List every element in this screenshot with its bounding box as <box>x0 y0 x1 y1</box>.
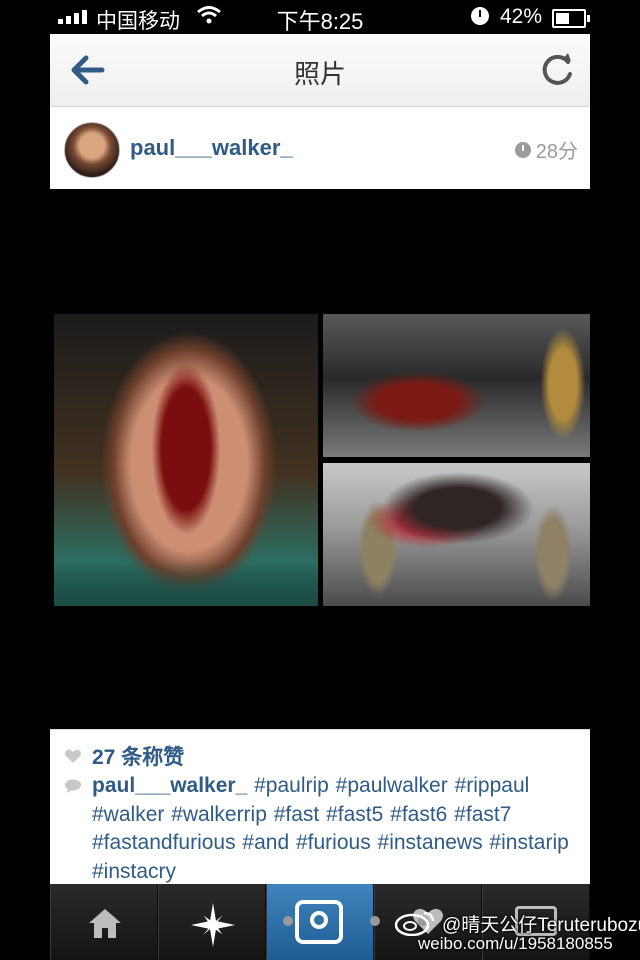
post-photo[interactable] <box>50 189 590 729</box>
battery-percent: 42% <box>500 5 543 28</box>
heart-icon <box>65 749 81 763</box>
camera-icon <box>295 900 343 944</box>
post-details: 27 条称赞 paul___walker_ #paulrip #paulwalk… <box>50 729 590 885</box>
battery-level <box>556 13 569 24</box>
post-time-text: 28分 <box>535 141 578 163</box>
collage-photo-face <box>54 314 318 606</box>
caption-text: paul___walker_ #paulrip #paulwalker #rip… <box>92 772 578 886</box>
caption-username[interactable]: paul___walker_ <box>92 774 247 797</box>
likes-row[interactable]: 27 条称赞 <box>64 741 184 771</box>
home-icon <box>89 909 121 938</box>
clock-icon <box>514 141 531 158</box>
likes-count: 27 条称赞 <box>92 746 185 769</box>
watermark-url: weibo.com/u/1958180855 <box>418 934 613 953</box>
page-dot <box>283 916 293 926</box>
battery-icon <box>552 9 590 28</box>
avatar[interactable] <box>64 122 120 178</box>
tab-home[interactable] <box>50 884 158 960</box>
navigation-header: 照片 <box>50 34 590 107</box>
page-title: 照片 <box>293 59 346 89</box>
status-time: 下午8:25 <box>276 9 364 34</box>
tab-explore[interactable] <box>158 884 266 960</box>
alarm-icon <box>471 7 489 25</box>
post-header: paul___walker_ 28分 <box>50 107 590 189</box>
watermark-handle: @晴天公仔Teruterubozu <box>442 915 640 936</box>
page-dot <box>370 916 380 926</box>
status-bar: 中国移动 下午8:25 42% <box>0 0 640 34</box>
refresh-icon[interactable] <box>540 52 576 88</box>
weibo-logo-icon <box>394 911 435 936</box>
collage-photo-police <box>323 463 590 606</box>
caption-row: paul___walker_ #paulrip #paulwalker #rip… <box>64 772 578 886</box>
post-username[interactable]: paul___walker_ <box>130 135 293 161</box>
photo-collage <box>54 314 590 606</box>
collage-photo-wreck <box>323 314 590 457</box>
explore-star-icon <box>191 903 235 947</box>
weibo-watermark: @晴天公仔Teruterubozu weibo.com/u/1958180855 <box>394 910 640 960</box>
post-time: 28分 <box>514 135 578 164</box>
comment-icon <box>65 779 81 793</box>
